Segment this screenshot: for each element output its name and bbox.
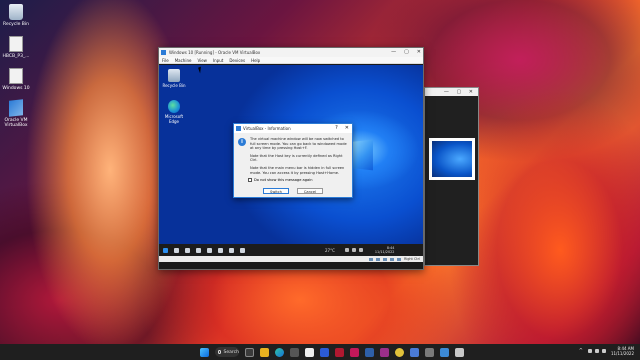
dialog-body: i The virtual machine window will be now… — [234, 133, 352, 175]
task-view-icon[interactable] — [185, 247, 190, 253]
store-icon[interactable] — [229, 247, 234, 253]
vm-preview — [429, 138, 475, 180]
usb-status-icon[interactable] — [389, 257, 394, 261]
information-dialog[interactable]: VirtualBox - Information ? ✕ i The virtu… — [233, 123, 353, 198]
file-explorer-icon[interactable] — [260, 347, 269, 357]
desktop-icon-label: Windows 10 — [2, 86, 30, 91]
file-explorer-icon[interactable] — [218, 247, 223, 253]
menu-help[interactable]: Help — [251, 58, 260, 63]
guest-desktop[interactable]: Recycle Bin Microsoft Edge VirtualBox - … — [159, 65, 423, 261]
menu-input[interactable]: Input — [213, 58, 223, 63]
app-icon[interactable] — [425, 347, 434, 357]
vm-menubar: File Machine View Input Devices Help — [159, 57, 423, 64]
virtualbox-icon — [161, 50, 166, 55]
guest-taskbar: 27°C 8:44 11/11/2022 — [159, 244, 423, 256]
maximize-icon[interactable]: ▢ — [404, 49, 409, 55]
mail-icon[interactable] — [240, 247, 245, 253]
host-clock[interactable]: 8:44 AM 11/11/2022 — [611, 346, 634, 356]
vm-window-title: Windows 10 [Running] - Oracle VM Virtual… — [169, 50, 261, 55]
desktop-icon-recycle-bin[interactable]: Recycle Bin — [0, 4, 32, 27]
app-icon[interactable] — [455, 347, 464, 357]
file-icon — [9, 36, 23, 52]
edge-icon — [168, 100, 180, 113]
virtualbox-vm-window[interactable]: Windows 10 [Running] - Oracle VM Virtual… — [158, 47, 424, 270]
system-tray[interactable] — [587, 349, 606, 353]
search-label: Search — [223, 349, 239, 355]
recycle-bin-icon — [168, 69, 180, 82]
vm-statusbar: Right Ctrl — [159, 256, 423, 262]
info-icon: i — [238, 138, 246, 146]
recycle-bin-icon — [9, 4, 23, 20]
switch-button[interactable]: Switch — [263, 188, 289, 194]
guest-icon-label: Microsoft Edge — [164, 114, 184, 124]
cancel-button[interactable]: Cancel — [297, 188, 323, 194]
checkbox-box[interactable] — [248, 178, 252, 183]
app-icon[interactable] — [410, 347, 419, 357]
app-icon[interactable] — [380, 347, 389, 357]
app-icon[interactable] — [305, 347, 314, 357]
shared-folder-icon[interactable] — [396, 257, 401, 261]
guest-icon-recycle-bin[interactable]: Recycle Bin — [161, 69, 187, 88]
weather-text[interactable]: 27°C — [325, 248, 335, 253]
app-icon[interactable] — [320, 347, 329, 357]
photoshop-icon[interactable] — [350, 347, 359, 357]
virtualbox-icon[interactable] — [440, 347, 449, 357]
desktop-icon-label: HBCB_P3_... — [2, 54, 30, 59]
app-icon[interactable] — [365, 347, 374, 357]
desktop-icon-label: Recycle Bin — [3, 22, 29, 27]
window-controls[interactable]: — ▢ ✕ — [444, 89, 476, 95]
checkbox-label: Do not show this message again — [254, 178, 313, 183]
dialog-message: Note that the main menu bar is hidden in… — [250, 165, 345, 175]
dialog-message: Note that the Host key is currently defi… — [250, 153, 343, 163]
search-icon[interactable] — [174, 247, 179, 253]
host-taskbar: Search ^ 8:44 AM 11/11/2022 — [0, 344, 640, 360]
menu-view[interactable]: View — [197, 58, 207, 63]
chevron-up-icon[interactable]: ^ — [579, 348, 583, 354]
vm-window-titlebar[interactable]: Windows 10 [Running] - Oracle VM Virtual… — [159, 48, 423, 57]
windows-start-icon[interactable] — [200, 347, 209, 357]
desktop-icon-virtualbox[interactable]: Oracle VM VirtualBox — [0, 99, 32, 128]
desktop-icon-label: Oracle VM VirtualBox — [4, 118, 28, 128]
menu-file[interactable]: File — [162, 58, 169, 63]
guest-date: 11/11/2022 — [374, 250, 395, 254]
app-icon[interactable] — [395, 347, 404, 357]
host-date: 11/11/2022 — [610, 351, 634, 356]
background-vm-window[interactable]: — ▢ ✕ — [424, 87, 479, 266]
guest-icon-label: Recycle Bin — [162, 83, 186, 88]
virtualbox-icon — [236, 126, 241, 131]
edge-icon[interactable] — [275, 347, 284, 357]
optical-status-icon[interactable] — [375, 257, 380, 261]
help-icon[interactable]: ? — [335, 125, 338, 131]
file-icon — [9, 68, 23, 84]
windows-start-icon[interactable] — [163, 247, 168, 253]
desktop-icon-windows10[interactable]: Windows 10 — [0, 68, 32, 91]
dialog-titlebar[interactable]: VirtualBox - Information ? ✕ — [234, 124, 352, 133]
host-key-label: Right Ctrl — [403, 257, 420, 261]
dialog-message: The virtual machine window will be now s… — [250, 137, 347, 151]
dialog-title: VirtualBox - Information — [243, 126, 291, 131]
virtualbox-icon — [9, 99, 23, 117]
search-icon — [218, 350, 221, 354]
dialog-buttons: Switch Cancel — [234, 188, 352, 194]
dont-show-again-checkbox[interactable]: Do not show this message again — [248, 178, 352, 183]
desktop-icon-file[interactable]: HBCB_P3_... — [0, 36, 32, 59]
taskbar-search[interactable]: Search — [215, 347, 239, 357]
app-icon[interactable] — [290, 347, 299, 357]
close-icon[interactable]: ✕ — [345, 125, 349, 131]
system-tray[interactable] — [344, 248, 363, 252]
hdd-status-icon[interactable] — [368, 257, 373, 261]
menu-machine[interactable]: Machine — [175, 58, 192, 63]
guest-icon-edge[interactable]: Microsoft Edge — [161, 100, 187, 124]
premiere-icon[interactable] — [335, 347, 344, 357]
guest-clock[interactable]: 8:44 11/11/2022 — [375, 246, 395, 254]
close-icon[interactable]: ✕ — [417, 49, 421, 55]
menu-devices[interactable]: Devices — [229, 58, 245, 63]
edge-icon[interactable] — [207, 247, 212, 253]
minimize-icon[interactable]: — — [391, 49, 396, 55]
cortana-icon[interactable] — [196, 247, 201, 253]
network-status-icon[interactable] — [382, 257, 387, 261]
task-view-icon[interactable] — [245, 347, 254, 357]
